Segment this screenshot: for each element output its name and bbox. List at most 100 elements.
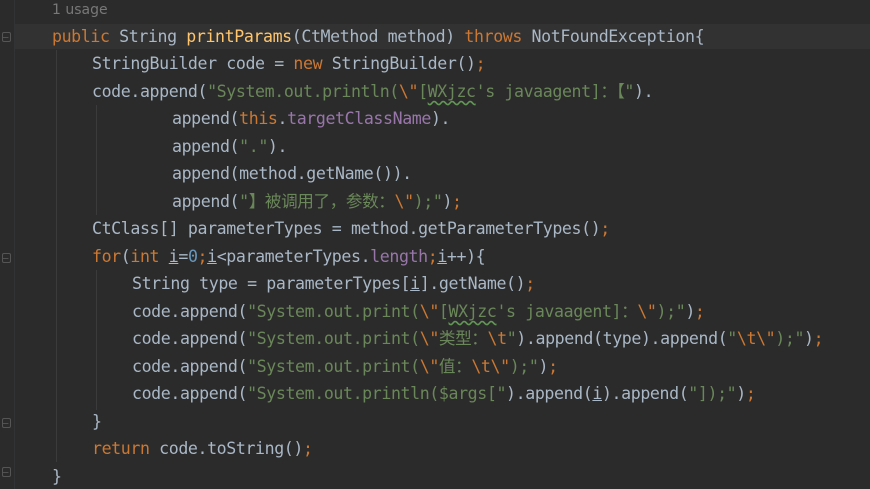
semicolon: ;: [197, 247, 208, 266]
string-literal: );": [413, 192, 443, 211]
variable-i: i: [592, 384, 602, 403]
variable-i: i: [437, 247, 447, 266]
code-text: String type = parameterTypes[: [132, 274, 411, 293]
code-line-2[interactable]: StringBuilder code = new StringBuilder()…: [92, 52, 486, 76]
code-line-1[interactable]: public String printParams(CtMethod metho…: [52, 25, 705, 49]
code-text: ): [804, 329, 814, 348]
code-text: code.append(: [132, 357, 248, 376]
code-text: code.append(: [132, 384, 248, 403]
code-line-14[interactable]: code.append("System.out.println($args[")…: [132, 382, 756, 406]
string-literal: ": [624, 82, 634, 101]
code-text: StringBuilder(): [322, 54, 476, 73]
string-literal: ": [727, 329, 737, 348]
code-text: ++){: [446, 247, 486, 266]
string-literal: );": [656, 302, 686, 321]
code-line-15[interactable]: }: [92, 410, 102, 434]
field-name: targetClassName: [287, 109, 431, 128]
editor-gutter: [0, 0, 15, 489]
code-text: CtClass[] parameterTypes = method.getPar…: [92, 219, 601, 238]
code-text: ): [538, 357, 549, 376]
keyword: throws: [464, 27, 522, 46]
indent-guide: [96, 270, 97, 410]
code-text: ].getName(): [419, 274, 526, 293]
code-line-11[interactable]: code.append("System.out.print(\"[WXjzc's…: [132, 300, 705, 324]
code-text: .: [277, 109, 288, 128]
semicolon: ;: [813, 329, 824, 348]
code-text: ).: [634, 82, 654, 101]
string-literal: 's javaagent]：【: [475, 82, 625, 101]
code-text: ).append(: [601, 384, 689, 403]
fold-method-end-icon[interactable]: –: [2, 467, 11, 478]
code-line-6[interactable]: append(method.getName()).: [172, 162, 412, 186]
code-text: ).: [267, 137, 288, 156]
code-line-3[interactable]: code.append("System.out.println(\"[WXjzc…: [92, 80, 654, 104]
fold-for-end-icon[interactable]: –: [2, 418, 11, 429]
code-text: append(: [172, 137, 240, 156]
code-line-7[interactable]: append("】被调用了，参数：\");");: [172, 190, 462, 214]
code-text: NotFoundException{: [521, 27, 705, 46]
field-name: length: [370, 247, 428, 266]
string-literal: ".": [239, 137, 268, 156]
string-literal: ": [506, 329, 517, 348]
keyword: int: [130, 247, 160, 266]
semicolon: ;: [452, 192, 462, 211]
escape-sequence: \": [490, 357, 511, 376]
typo-word: WXjzc: [427, 82, 476, 101]
code-text: ): [685, 302, 695, 321]
semicolon: ;: [475, 54, 486, 73]
code-line-16[interactable]: return code.toString();: [92, 437, 313, 461]
semicolon: ;: [427, 247, 438, 266]
usage-hint[interactable]: 1 usage: [52, 1, 108, 19]
escape-sequence: \": [398, 82, 419, 101]
escape-sequence: \t: [487, 329, 508, 348]
escape-sequence: \": [394, 192, 414, 211]
indent-guide: [56, 50, 57, 462]
code-text: ).: [430, 109, 451, 128]
code-text: code.append(: [92, 82, 208, 101]
code-text: ).append(: [506, 384, 593, 403]
code-line-17[interactable]: }: [52, 465, 62, 489]
code-line-13[interactable]: code.append("System.out.print(\"值：\t\");…: [132, 355, 558, 379]
string-literal: 's javaagent]：: [496, 302, 638, 321]
variable-i: i: [410, 274, 420, 293]
code-line-9[interactable]: for(int i=0;i<parameterTypes.length;i++)…: [92, 245, 486, 269]
indent-guide: [96, 105, 97, 215]
keyword: this: [239, 109, 278, 128]
string-literal: [: [418, 82, 428, 101]
semicolon: ;: [525, 274, 535, 293]
code-text: code.toString(): [149, 439, 303, 458]
keyword: return: [92, 439, 150, 458]
code-line-8[interactable]: CtClass[] parameterTypes = method.getPar…: [92, 217, 610, 241]
code-line-5[interactable]: append(".").: [172, 135, 288, 159]
code-text: code.append(: [132, 329, 248, 348]
variable-i: i: [168, 247, 179, 266]
semicolon: ;: [303, 439, 313, 458]
code-text: append(: [172, 109, 240, 128]
typo-word: WXjzc: [448, 302, 497, 321]
string-literal: 类型：: [438, 329, 488, 348]
semicolon: ;: [745, 384, 756, 403]
code-line-12[interactable]: code.append("System.out.print(\"类型：\t").…: [132, 327, 824, 351]
semicolon: ;: [694, 302, 705, 321]
escape-sequence: \t: [736, 329, 757, 348]
escape-sequence: \": [637, 302, 657, 321]
string-literal: );": [775, 329, 805, 348]
fold-for-icon[interactable]: –: [2, 253, 11, 264]
code-text: <parameterTypes.: [216, 247, 371, 266]
code-editor[interactable]: – – – – 1 usage public String printParam…: [0, 0, 870, 489]
fold-method-icon[interactable]: –: [2, 32, 11, 43]
semicolon: ;: [548, 357, 558, 376]
code-text: StringBuilder code =: [92, 54, 294, 73]
variable-i: i: [207, 247, 217, 266]
string-literal: );": [509, 357, 539, 376]
number-literal: 0: [187, 247, 198, 266]
code-line-10[interactable]: String type = parameterTypes[i].getName(…: [132, 272, 535, 296]
string-literal: "System.out.println(: [207, 82, 399, 101]
keyword: public: [52, 27, 110, 46]
code-line-4[interactable]: append(this.targetClassName).: [172, 107, 451, 131]
code-text: =: [178, 247, 188, 266]
semicolon: ;: [600, 219, 610, 238]
string-literal: "】被调用了，参数：: [239, 192, 395, 211]
type-name: String: [109, 27, 187, 46]
string-literal: "System.out.print(: [247, 302, 420, 321]
